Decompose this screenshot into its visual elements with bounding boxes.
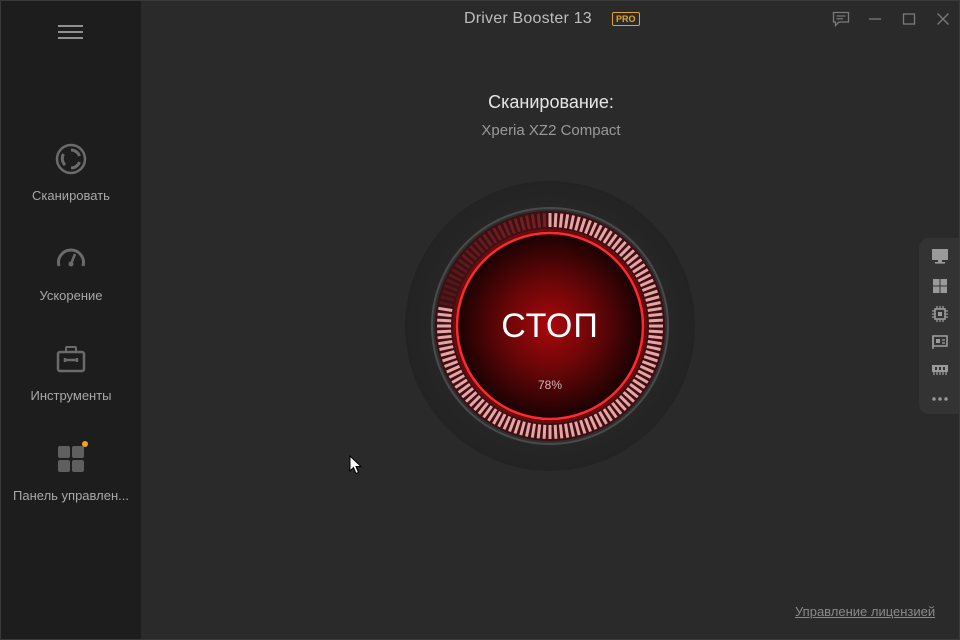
progress-tick [542, 213, 547, 228]
sidebar-item-dashboard[interactable]: Панель управлен... [1, 441, 141, 522]
sidebar-item-boost[interactable]: Ускорение [1, 242, 141, 322]
sidebar-item-tools[interactable]: Инструменты [1, 342, 141, 422]
dashboard-icon [54, 441, 88, 476]
maximize-icon[interactable] [899, 9, 919, 29]
feedback-icon[interactable] [831, 9, 851, 29]
progress-tick [558, 424, 564, 439]
scan-icon [54, 142, 88, 176]
more-icon[interactable] [929, 388, 951, 410]
minimize-icon[interactable] [865, 9, 885, 29]
network-card-icon[interactable] [929, 331, 951, 353]
memory-icon[interactable] [929, 358, 951, 380]
progress-tick [536, 424, 542, 439]
mouse-cursor-icon [349, 454, 363, 480]
hardware-dock [919, 238, 959, 414]
stop-button[interactable]: СТОП [405, 307, 695, 346]
close-icon[interactable] [933, 9, 953, 29]
speedometer-icon [54, 242, 88, 276]
pro-badge: PRO [612, 12, 640, 26]
scan-device-name: Xperia XZ2 Compact [481, 122, 621, 139]
chip-icon[interactable] [929, 303, 951, 325]
app-title: Driver Booster 13 [464, 10, 592, 27]
toolbox-icon [54, 342, 88, 376]
progress-tick [542, 424, 547, 439]
sidebar-item-label: Ускорение [39, 288, 103, 303]
monitor-icon[interactable] [929, 245, 951, 267]
progress-tick [558, 213, 564, 228]
sidebar-item-label: Панель управлен... [13, 488, 129, 503]
sidebar-item-label: Инструменты [30, 388, 112, 403]
windows-icon[interactable] [929, 275, 951, 297]
sidebar-item-scan[interactable]: Сканировать [1, 142, 141, 222]
sidebar-item-label: Сканировать [32, 188, 110, 203]
progress-tick [553, 213, 558, 228]
app-window: Сканировать Ускорение Инструменты Панель… [0, 0, 960, 640]
scan-status-title: Сканирование: [488, 92, 614, 112]
license-management-link[interactable]: Управление лицензией [795, 604, 935, 619]
title-bar: Driver Booster 13 PRO [141, 1, 959, 37]
menu-icon[interactable] [58, 24, 83, 40]
progress-tick [553, 424, 558, 439]
progress-tick [536, 213, 542, 228]
notification-dot [82, 441, 88, 447]
scan-progress-gauge: СТОП 78% [405, 181, 695, 471]
progress-percent: 78% [537, 378, 563, 392]
sidebar: Сканировать Ускорение Инструменты Панель… [1, 1, 141, 639]
